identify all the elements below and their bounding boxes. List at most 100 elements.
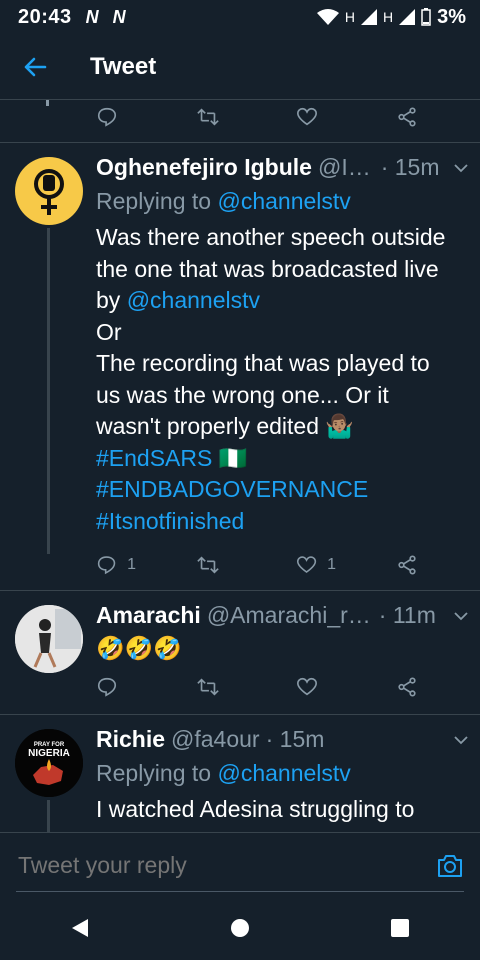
mention-link[interactable]: @channelstv <box>127 287 260 313</box>
text-line: wasn't properly edited 🤷🏽‍♂️ <box>96 413 355 439</box>
reply-composer <box>0 832 480 900</box>
like-button[interactable] <box>296 106 336 128</box>
wifi-icon <box>316 9 339 25</box>
recents-square-icon <box>391 918 409 937</box>
tweet-text: 🤣🤣🤣 <box>96 635 182 661</box>
home-circle-icon <box>231 918 249 937</box>
reply-icon <box>97 677 117 697</box>
reply-button[interactable] <box>96 676 136 698</box>
mention-link[interactable]: @channelstv <box>217 188 350 214</box>
display-name[interactable]: Richie <box>96 726 165 753</box>
thread-line <box>47 800 50 832</box>
tweet-actions: 1 1 <box>96 549 436 581</box>
like-button[interactable]: 1 <box>296 554 336 576</box>
thread-line <box>47 228 50 554</box>
text-line: the one that was broadcasted live <box>96 255 439 282</box>
share-icon <box>398 107 416 127</box>
heart-icon <box>297 107 317 126</box>
reply-button[interactable] <box>96 106 136 128</box>
tweet-header: Amarachi @Amarachi_r… · 11m <box>96 602 470 629</box>
feminist-fist-icon <box>34 169 64 215</box>
avatar-text-main: NIGERIA <box>28 748 70 759</box>
tweet-time: · 11m <box>378 602 436 628</box>
pray-for-nigeria-logo-icon: PRAY FOR NIGERIA <box>15 729 83 797</box>
nav-recents-button[interactable] <box>390 918 410 943</box>
hashtag-link[interactable]: #EndSARS 🇳🇬 <box>96 443 470 475</box>
hashtag-link[interactable]: #ENDBADGOVERNANCE <box>96 474 470 506</box>
text-line: The recording that was played to <box>96 350 430 376</box>
tweet-text: Was there another speech outside the one… <box>96 222 470 537</box>
mention-link[interactable]: @channelstv <box>217 760 350 786</box>
avatar[interactable] <box>15 157 83 225</box>
reply-button[interactable]: 1 <box>96 554 136 576</box>
thread-line <box>46 100 49 106</box>
retweet-icon <box>197 678 219 696</box>
text-line: by @channelstv <box>96 285 470 317</box>
share-button[interactable] <box>396 676 436 698</box>
replying-to: Replying to @channelstv <box>96 188 351 215</box>
tweet-actions <box>96 101 436 133</box>
text-line: Or <box>96 318 122 345</box>
reply-icon <box>97 556 116 575</box>
tweet-header: Richie @fa4our · 15m <box>96 726 470 753</box>
text-line: Was there another speech outside <box>96 224 446 250</box>
like-button[interactable] <box>296 676 336 698</box>
triangle-back-icon <box>72 918 88 937</box>
text-line: us was the wrong one... Or it <box>96 381 389 408</box>
tweet-text: I watched Adesina struggling to <box>96 796 415 822</box>
user-handle[interactable]: @I… <box>318 154 371 181</box>
hashtag-link[interactable]: #Itsnotfinished <box>96 506 470 538</box>
page-title: Tweet <box>90 52 157 80</box>
tweet-menu-button[interactable] <box>452 731 470 749</box>
app-header: Tweet <box>0 34 480 100</box>
replying-to-label: Replying to <box>96 760 218 786</box>
person-photo-icon <box>15 605 83 673</box>
retweet-button[interactable] <box>196 106 236 128</box>
chevron-down-icon <box>454 735 468 744</box>
reply-count: 1 <box>127 556 136 573</box>
reply-icon <box>97 107 117 127</box>
avatar[interactable] <box>15 605 83 673</box>
camera-button[interactable] <box>436 853 464 884</box>
battery-icon <box>421 8 431 26</box>
status-bar: 20:43 N N H H 3% <box>0 0 480 34</box>
replying-to: Replying to @channelstv <box>96 760 351 787</box>
back-arrow-icon <box>24 57 47 76</box>
tweet-actions <box>96 671 436 703</box>
network-type-b: H <box>382 9 394 25</box>
share-icon <box>398 555 416 575</box>
heart-icon <box>297 677 317 696</box>
share-button[interactable] <box>396 554 436 576</box>
chevron-down-icon <box>454 611 468 620</box>
reply-input[interactable] <box>16 851 424 880</box>
share-button[interactable] <box>396 106 436 128</box>
tweet-menu-button[interactable] <box>452 159 470 177</box>
tweet-time: · 15m <box>380 154 440 180</box>
nav-home-button[interactable] <box>230 918 250 943</box>
user-handle[interactable]: @Amarachi_r… <box>207 602 371 629</box>
input-underline <box>16 891 464 892</box>
replying-to-label: Replying to <box>96 188 218 214</box>
signal-icon <box>360 9 377 25</box>
avatar[interactable]: PRAY FOR NIGERIA <box>15 729 83 797</box>
user-handle[interactable]: @fa4our <box>171 726 260 753</box>
share-icon <box>398 677 416 697</box>
divider <box>0 590 480 591</box>
battery-percent: 3% <box>437 5 466 28</box>
system-nav-bar <box>0 900 480 960</box>
divider <box>0 714 480 715</box>
network-type-a: H <box>344 9 355 25</box>
camera-icon <box>438 855 462 877</box>
tweet-menu-button[interactable] <box>452 607 470 625</box>
retweet-button[interactable] <box>196 676 236 698</box>
display-name[interactable]: Oghenefejiro Igbule <box>96 154 312 181</box>
nav-back-button[interactable] <box>70 917 90 944</box>
back-button[interactable] <box>0 55 70 79</box>
tweet-header: Oghenefejiro Igbule @I… · 15m <box>96 154 470 181</box>
heart-icon <box>296 556 317 574</box>
notification-n-icon: N <box>112 6 126 27</box>
status-time: 20:43 <box>18 5 72 28</box>
retweet-button[interactable] <box>196 554 236 576</box>
like-count: 1 <box>327 556 336 573</box>
display-name[interactable]: Amarachi <box>96 602 201 629</box>
